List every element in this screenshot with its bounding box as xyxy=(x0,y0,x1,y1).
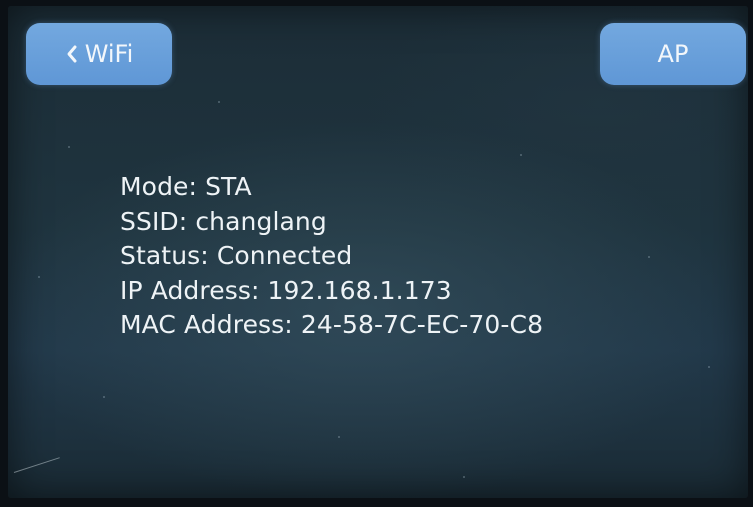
device-frame: WiFi AP Mode: STA SSID: changlang Status… xyxy=(0,0,753,507)
dust-speck xyxy=(520,154,522,156)
ap-button-label: AP xyxy=(657,40,689,68)
dust-speck xyxy=(648,256,650,258)
wifi-status-panel: Mode: STA SSID: changlang Status: Connec… xyxy=(120,170,543,343)
dust-speck xyxy=(68,146,70,148)
dust-speck xyxy=(708,366,710,368)
back-wifi-button[interactable]: WiFi xyxy=(26,23,172,85)
dust-speck xyxy=(463,476,465,478)
ap-mode-button[interactable]: AP xyxy=(600,23,746,85)
ip-address-text: IP Address: 192.168.1.173 xyxy=(120,275,452,305)
ssid-text: SSID: changlang xyxy=(120,206,327,236)
dust-speck xyxy=(338,436,340,438)
mac-address-text: MAC Address: 24-58-7C-EC-70-C8 xyxy=(120,310,544,339)
screen-scratch xyxy=(13,457,60,473)
mode-text: Mode: STA xyxy=(120,172,252,201)
dust-speck xyxy=(38,276,40,278)
back-button-label: WiFi xyxy=(84,40,134,68)
dust-speck xyxy=(103,396,105,398)
connection-status-text: Status: Connected xyxy=(120,241,353,270)
lcd-screen: WiFi AP Mode: STA SSID: changlang Status… xyxy=(8,6,748,498)
dust-speck xyxy=(218,101,220,103)
chevron-left-icon xyxy=(67,45,77,63)
